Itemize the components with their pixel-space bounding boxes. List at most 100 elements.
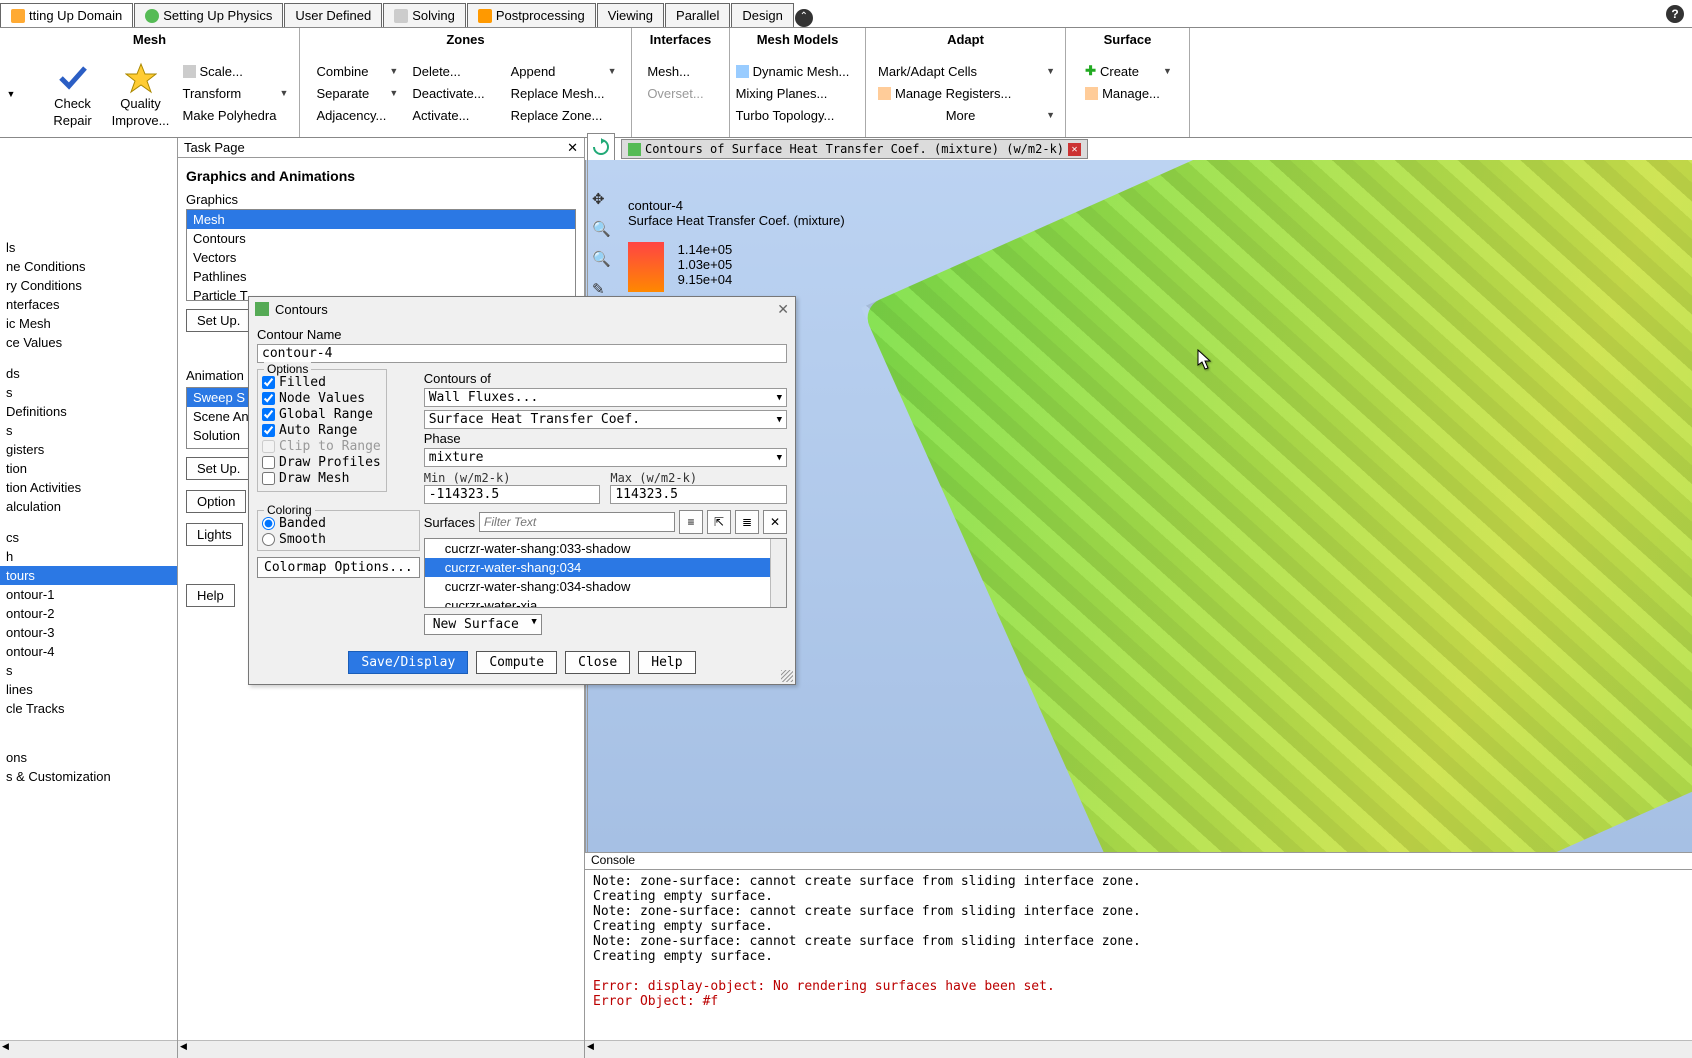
setup-button-2[interactable]: Set Up. <box>186 457 251 480</box>
dynamic-mesh-button[interactable]: Dynamic Mesh... <box>734 62 862 81</box>
mesh-scale-button[interactable]: Scale... <box>181 62 289 81</box>
canvas-tab[interactable]: Contours of Surface Heat Transfer Coef. … <box>621 139 1088 159</box>
draw-profiles-checkbox[interactable]: Draw Profiles <box>262 455 382 470</box>
help-icon[interactable]: ? <box>1666 5 1684 23</box>
auto-range-checkbox[interactable]: Auto Range <box>262 423 382 438</box>
horizontal-scrollbar[interactable] <box>178 1040 584 1058</box>
phase-combo[interactable]: mixture▼ <box>424 448 787 467</box>
tree-item[interactable]: ce Values <box>0 333 177 352</box>
close-icon[interactable]: ✕ <box>777 301 789 318</box>
banded-radio[interactable]: Banded <box>262 516 415 531</box>
zones-separate-button[interactable]: Separate▼ <box>314 84 398 103</box>
button-label[interactable]: Improve... <box>112 113 170 128</box>
collapse-ribbon-icon[interactable]: ⌃ <box>795 9 813 27</box>
filled-checkbox[interactable]: Filled <box>262 375 382 390</box>
field-variable-combo[interactable]: Surface Heat Transfer Coef.▼ <box>424 410 787 429</box>
adapt-more-button[interactable]: More▼ <box>876 106 1055 125</box>
zones-replace-mesh-button[interactable]: Replace Mesh... <box>509 84 617 103</box>
zoom-out-icon[interactable]: 🔍 <box>592 250 611 268</box>
tree-item[interactable]: ds <box>0 364 177 383</box>
tree-item[interactable]: ne Conditions <box>0 257 177 276</box>
zones-delete-button[interactable]: Delete... <box>410 62 496 81</box>
console-output[interactable]: Note: zone-surface: cannot create surfac… <box>585 870 1692 1040</box>
tree-item[interactable]: s <box>0 661 177 680</box>
draw-mesh-checkbox[interactable]: Draw Mesh <box>262 471 382 486</box>
list-item[interactable]: cucrzr-water-xia <box>425 596 786 608</box>
tree-item[interactable]: Definitions <box>0 402 177 421</box>
tab-setting-up-physics[interactable]: Setting Up Physics <box>134 3 283 27</box>
zones-adjacency-button[interactable]: Adjacency... <box>314 106 398 125</box>
tab-user-defined[interactable]: User Defined <box>284 3 382 27</box>
surface-manage-button[interactable]: Manage... <box>1083 84 1172 103</box>
tab-viewing[interactable]: Viewing <box>597 3 664 27</box>
tab-postprocessing[interactable]: Postprocessing <box>467 3 596 27</box>
tab-setting-up-domain[interactable]: tting Up Domain <box>0 3 133 27</box>
tree-item[interactable]: s <box>0 383 177 402</box>
tree-item[interactable]: ons <box>0 748 177 767</box>
new-surface-button[interactable]: New Surface <box>424 614 542 635</box>
tree-item[interactable]: ontour-4 <box>0 642 177 661</box>
graphics-listbox[interactable]: Mesh Contours Vectors Pathlines Particle… <box>186 209 576 301</box>
button-label[interactable]: Repair <box>53 113 91 128</box>
tree-item[interactable]: ontour-2 <box>0 604 177 623</box>
min-input[interactable] <box>424 485 601 504</box>
tree-item[interactable]: ic Mesh <box>0 314 177 333</box>
help-button[interactable]: Help <box>638 651 695 674</box>
tree-item[interactable]: alculation <box>0 497 177 516</box>
tree-item[interactable]: tion Activities <box>0 478 177 497</box>
list-item[interactable]: Contours <box>187 229 575 248</box>
field-category-combo[interactable]: Wall Fluxes...▼ <box>424 388 787 407</box>
mixing-planes-button[interactable]: Mixing Planes... <box>734 84 862 103</box>
tab-parallel[interactable]: Parallel <box>665 3 730 27</box>
zones-deactivate-button[interactable]: Deactivate... <box>410 84 496 103</box>
tree-item[interactable]: ry Conditions <box>0 276 177 295</box>
setup-button[interactable]: Set Up. <box>186 309 251 332</box>
tree-item[interactable]: ontour-1 <box>0 585 177 604</box>
manage-registers-button[interactable]: Manage Registers... <box>876 84 1055 103</box>
zones-replace-zone-button[interactable]: Replace Zone... <box>509 106 617 125</box>
close-tab-icon[interactable]: ✕ <box>1068 143 1081 156</box>
close-button[interactable]: Close <box>565 651 630 674</box>
lights-button[interactable]: Lights <box>186 523 243 546</box>
tree-item[interactable]: s <box>0 421 177 440</box>
tab-solving[interactable]: Solving <box>383 3 466 27</box>
zones-combine-button[interactable]: Combine▼ <box>314 62 398 81</box>
contour-name-input[interactable] <box>257 344 787 363</box>
tree-item[interactable]: cle Tracks <box>0 699 177 718</box>
colormap-options-button[interactable]: Colormap Options... <box>257 557 420 578</box>
close-icon[interactable]: ✕ <box>567 140 578 156</box>
node-values-checkbox[interactable]: Node Values <box>262 391 382 406</box>
zoom-in-icon[interactable]: 🔍 <box>592 220 611 238</box>
refresh-button[interactable] <box>587 133 615 161</box>
tab-design[interactable]: Design <box>731 3 793 27</box>
mark-adapt-button[interactable]: Mark/Adapt Cells▼ <box>876 62 1055 81</box>
horizontal-scrollbar[interactable] <box>585 1040 1692 1058</box>
list-item[interactable]: Vectors <box>187 248 575 267</box>
tree-item[interactable]: h <box>0 547 177 566</box>
mesh-make-polyhedra-button[interactable]: Make Polyhedra <box>181 106 289 125</box>
compute-button[interactable]: Compute <box>476 651 557 674</box>
tree-item[interactable]: cs <box>0 528 177 547</box>
move-tool-icon[interactable]: ✥ <box>592 190 611 208</box>
max-input[interactable] <box>610 485 787 504</box>
mesh-transform-button[interactable]: Transform▼ <box>181 84 289 103</box>
tree-item[interactable]: s & Customization <box>0 767 177 786</box>
list-item[interactable]: cucrzr-water-shang:034-shadow <box>425 577 786 596</box>
surface-create-button[interactable]: ✚Create▼ <box>1083 61 1172 81</box>
tree-item[interactable]: gisters <box>0 440 177 459</box>
tree-item-contours[interactable]: tours <box>0 566 177 585</box>
global-range-checkbox[interactable]: Global Range <box>262 407 382 422</box>
filter-toggle-button[interactable]: ≡ <box>679 510 703 534</box>
mesh-quality-button[interactable]: Quality Improve... <box>109 58 173 128</box>
list-item[interactable]: Pathlines <box>187 267 575 286</box>
turbo-topology-button[interactable]: Turbo Topology... <box>734 106 862 125</box>
tree-item[interactable]: lines <box>0 680 177 699</box>
smooth-radio[interactable]: Smooth <box>262 532 415 547</box>
select-all-button[interactable]: ⇱ <box>707 510 731 534</box>
tree-item[interactable]: ontour-3 <box>0 623 177 642</box>
interfaces-mesh-button[interactable]: Mesh... <box>645 62 715 81</box>
help-button[interactable]: Help <box>186 584 235 607</box>
list-item[interactable]: cucrzr-water-shang:033-shadow <box>425 539 786 558</box>
deselect-all-button[interactable]: ✕ <box>763 510 787 534</box>
mesh-check-button[interactable]: Check Repair <box>41 58 105 128</box>
